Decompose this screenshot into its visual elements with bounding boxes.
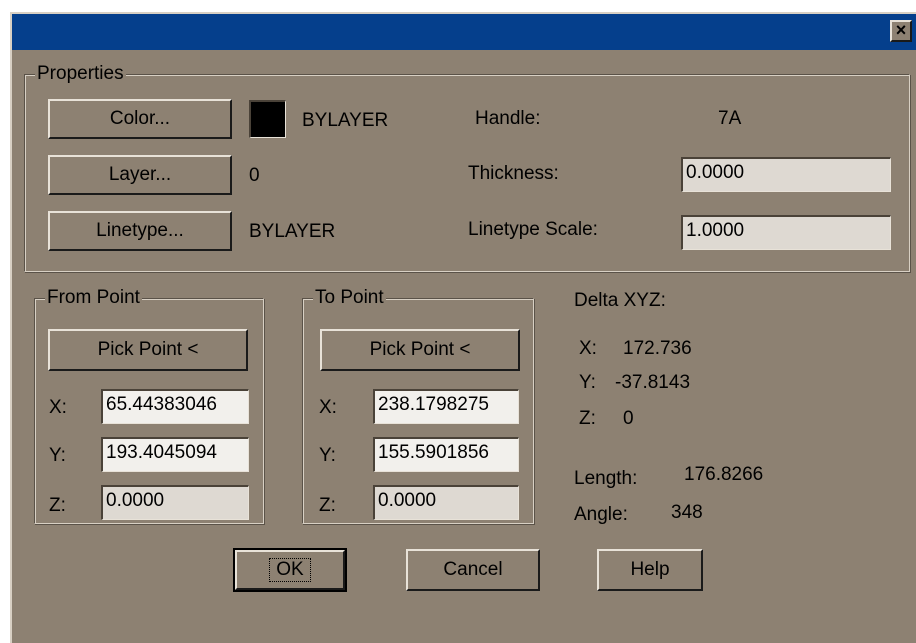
from-point-legend: From Point bbox=[45, 287, 142, 309]
from-pick-point-button[interactable]: Pick Point < bbox=[48, 329, 248, 371]
angle-value: 348 bbox=[671, 502, 703, 523]
delta-x-value: 172.736 bbox=[623, 338, 692, 359]
delta-xyz-title: Delta XYZ: bbox=[574, 290, 666, 311]
length-label: Length: bbox=[574, 468, 638, 489]
thickness-field[interactable]: 0.0000 bbox=[681, 157, 891, 192]
cancel-button-label: Cancel bbox=[443, 559, 503, 580]
to-x-field[interactable]: 238.1798275 bbox=[373, 389, 519, 424]
angle-label: Angle: bbox=[574, 504, 628, 525]
ok-button-label: OK bbox=[269, 558, 311, 582]
to-x-label: X: bbox=[319, 397, 337, 418]
from-point-group: From Point Pick Point < X: 65.44383046 Y… bbox=[34, 287, 264, 524]
layer-button[interactable]: Layer... bbox=[48, 155, 232, 195]
delta-x-label: X: bbox=[579, 338, 597, 359]
to-z-field[interactable]: 0.0000 bbox=[373, 485, 519, 520]
layer-button-label: Layer... bbox=[108, 164, 172, 185]
properties-legend: Properties bbox=[35, 63, 126, 85]
length-value: 176.8266 bbox=[684, 464, 764, 485]
to-pick-point-label: Pick Point < bbox=[369, 339, 471, 360]
linetype-button-label: Linetype... bbox=[96, 220, 184, 241]
color-button[interactable]: Color... bbox=[48, 99, 232, 139]
title-bar[interactable]: × bbox=[12, 14, 916, 50]
help-button-label: Help bbox=[630, 559, 670, 580]
linetype-scale-label: Linetype Scale: bbox=[468, 219, 598, 240]
ok-button[interactable]: OK bbox=[233, 548, 347, 592]
handle-label: Handle: bbox=[475, 108, 541, 129]
thickness-label: Thickness: bbox=[468, 163, 559, 184]
close-button[interactable]: × bbox=[890, 20, 912, 42]
from-y-field[interactable]: 193.4045094 bbox=[101, 437, 249, 472]
line-properties-dialog: × Properties Color... BYLAYER Layer... 0… bbox=[10, 12, 916, 643]
linetype-button[interactable]: Linetype... bbox=[48, 211, 232, 251]
delta-y-label: Y: bbox=[579, 372, 596, 393]
color-swatch bbox=[249, 100, 286, 138]
from-pick-point-label: Pick Point < bbox=[97, 339, 199, 360]
delta-y-value: -37.8143 bbox=[615, 372, 691, 393]
to-y-label: Y: bbox=[319, 445, 336, 466]
from-x-label: X: bbox=[49, 397, 67, 418]
delta-z-label: Z: bbox=[579, 408, 596, 429]
to-point-group: To Point Pick Point < X: 238.1798275 Y: … bbox=[302, 287, 534, 524]
from-x-field[interactable]: 65.44383046 bbox=[101, 389, 249, 424]
from-y-label: Y: bbox=[49, 445, 66, 466]
linetype-value: BYLAYER bbox=[249, 221, 336, 242]
to-point-legend: To Point bbox=[313, 287, 386, 309]
to-pick-point-button[interactable]: Pick Point < bbox=[320, 329, 520, 371]
help-button[interactable]: Help bbox=[597, 549, 703, 591]
to-z-label: Z: bbox=[319, 495, 336, 516]
from-z-label: Z: bbox=[49, 495, 66, 516]
properties-group: Properties Color... BYLAYER Layer... 0 L… bbox=[24, 63, 910, 272]
to-y-field[interactable]: 155.5901856 bbox=[373, 437, 519, 472]
handle-value: 7A bbox=[718, 108, 742, 129]
linetype-scale-field[interactable]: 1.0000 bbox=[681, 215, 891, 250]
color-button-label: Color... bbox=[109, 108, 171, 129]
delta-z-value: 0 bbox=[623, 408, 634, 429]
cancel-button[interactable]: Cancel bbox=[406, 549, 540, 591]
from-z-field[interactable]: 0.0000 bbox=[101, 485, 249, 520]
color-value: BYLAYER bbox=[302, 110, 389, 131]
layer-value: 0 bbox=[249, 165, 260, 186]
